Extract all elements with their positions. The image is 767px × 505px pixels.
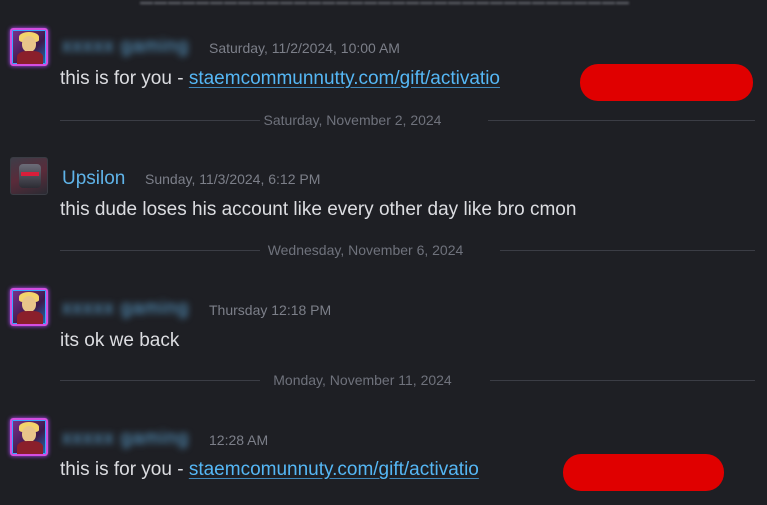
author-name-redacted[interactable]: xxxxx gaming — [62, 298, 189, 320]
chat-message: xxxxx gaming Thursday 12:18 PM its ok we… — [0, 286, 767, 356]
user-avatar[interactable] — [10, 28, 48, 66]
user-avatar[interactable] — [10, 418, 48, 456]
message-timestamp: Saturday, 11/2/2024, 10:00 AM — [209, 40, 400, 56]
message-link[interactable]: staemcommunnutty.com/gift/activatio — [189, 68, 500, 89]
date-divider-label: Saturday, November 2, 2024 — [263, 112, 442, 128]
message-link[interactable]: staemcomunnuty.com/gift/activatio — [189, 459, 479, 480]
date-divider-label: Monday, November 11, 2024 — [273, 372, 452, 388]
message-text-prefix: this is for you - — [60, 68, 189, 89]
chat-log: ▬▬▬▬▬▬▬▬▬▬▬▬▬▬▬▬▬▬▬▬▬▬▬▬▬▬▬▬▬▬▬▬▬▬▬ xxxx… — [0, 0, 767, 505]
chat-message: xxxxx gaming Saturday, 11/2/2024, 10:00 … — [0, 26, 767, 106]
date-divider: Saturday, November 2, 2024 — [60, 111, 755, 129]
author-name-redacted[interactable]: xxxxx gaming — [62, 36, 189, 58]
message-timestamp: Thursday 12:18 PM — [209, 302, 332, 318]
author-name-redacted[interactable]: xxxxx gaming — [62, 428, 189, 450]
redaction-mark — [580, 64, 753, 101]
chat-message: xxxxx gaming 12:28 AM this is for you - … — [0, 416, 767, 505]
author-name[interactable]: Upsilon — [62, 168, 125, 190]
message-text: this is for you - staemcommunnutty.com/g… — [60, 67, 500, 91]
message-timestamp: 12:28 AM — [209, 432, 269, 448]
chat-message: Upsilon Sunday, 11/3/2024, 6:12 PM this … — [0, 156, 767, 226]
message-text: this is for you - staemcomunnuty.com/gif… — [60, 458, 479, 482]
user-avatar[interactable] — [10, 157, 48, 195]
message-text: this dude loses his account like every o… — [60, 199, 577, 220]
clipped-previous-line: ▬▬▬▬▬▬▬▬▬▬▬▬▬▬▬▬▬▬▬▬▬▬▬▬▬▬▬▬▬▬▬▬▬▬▬ — [140, 0, 700, 4]
redaction-mark — [563, 454, 724, 491]
date-divider: Wednesday, November 6, 2024 — [60, 241, 755, 259]
date-divider: Monday, November 11, 2024 — [60, 371, 755, 389]
user-avatar[interactable] — [10, 288, 48, 326]
message-timestamp: Sunday, 11/3/2024, 6:12 PM — [145, 171, 321, 187]
message-text-prefix: this is for you - — [60, 459, 189, 480]
message-text: its ok we back — [60, 330, 180, 351]
date-divider-label: Wednesday, November 6, 2024 — [267, 242, 464, 258]
